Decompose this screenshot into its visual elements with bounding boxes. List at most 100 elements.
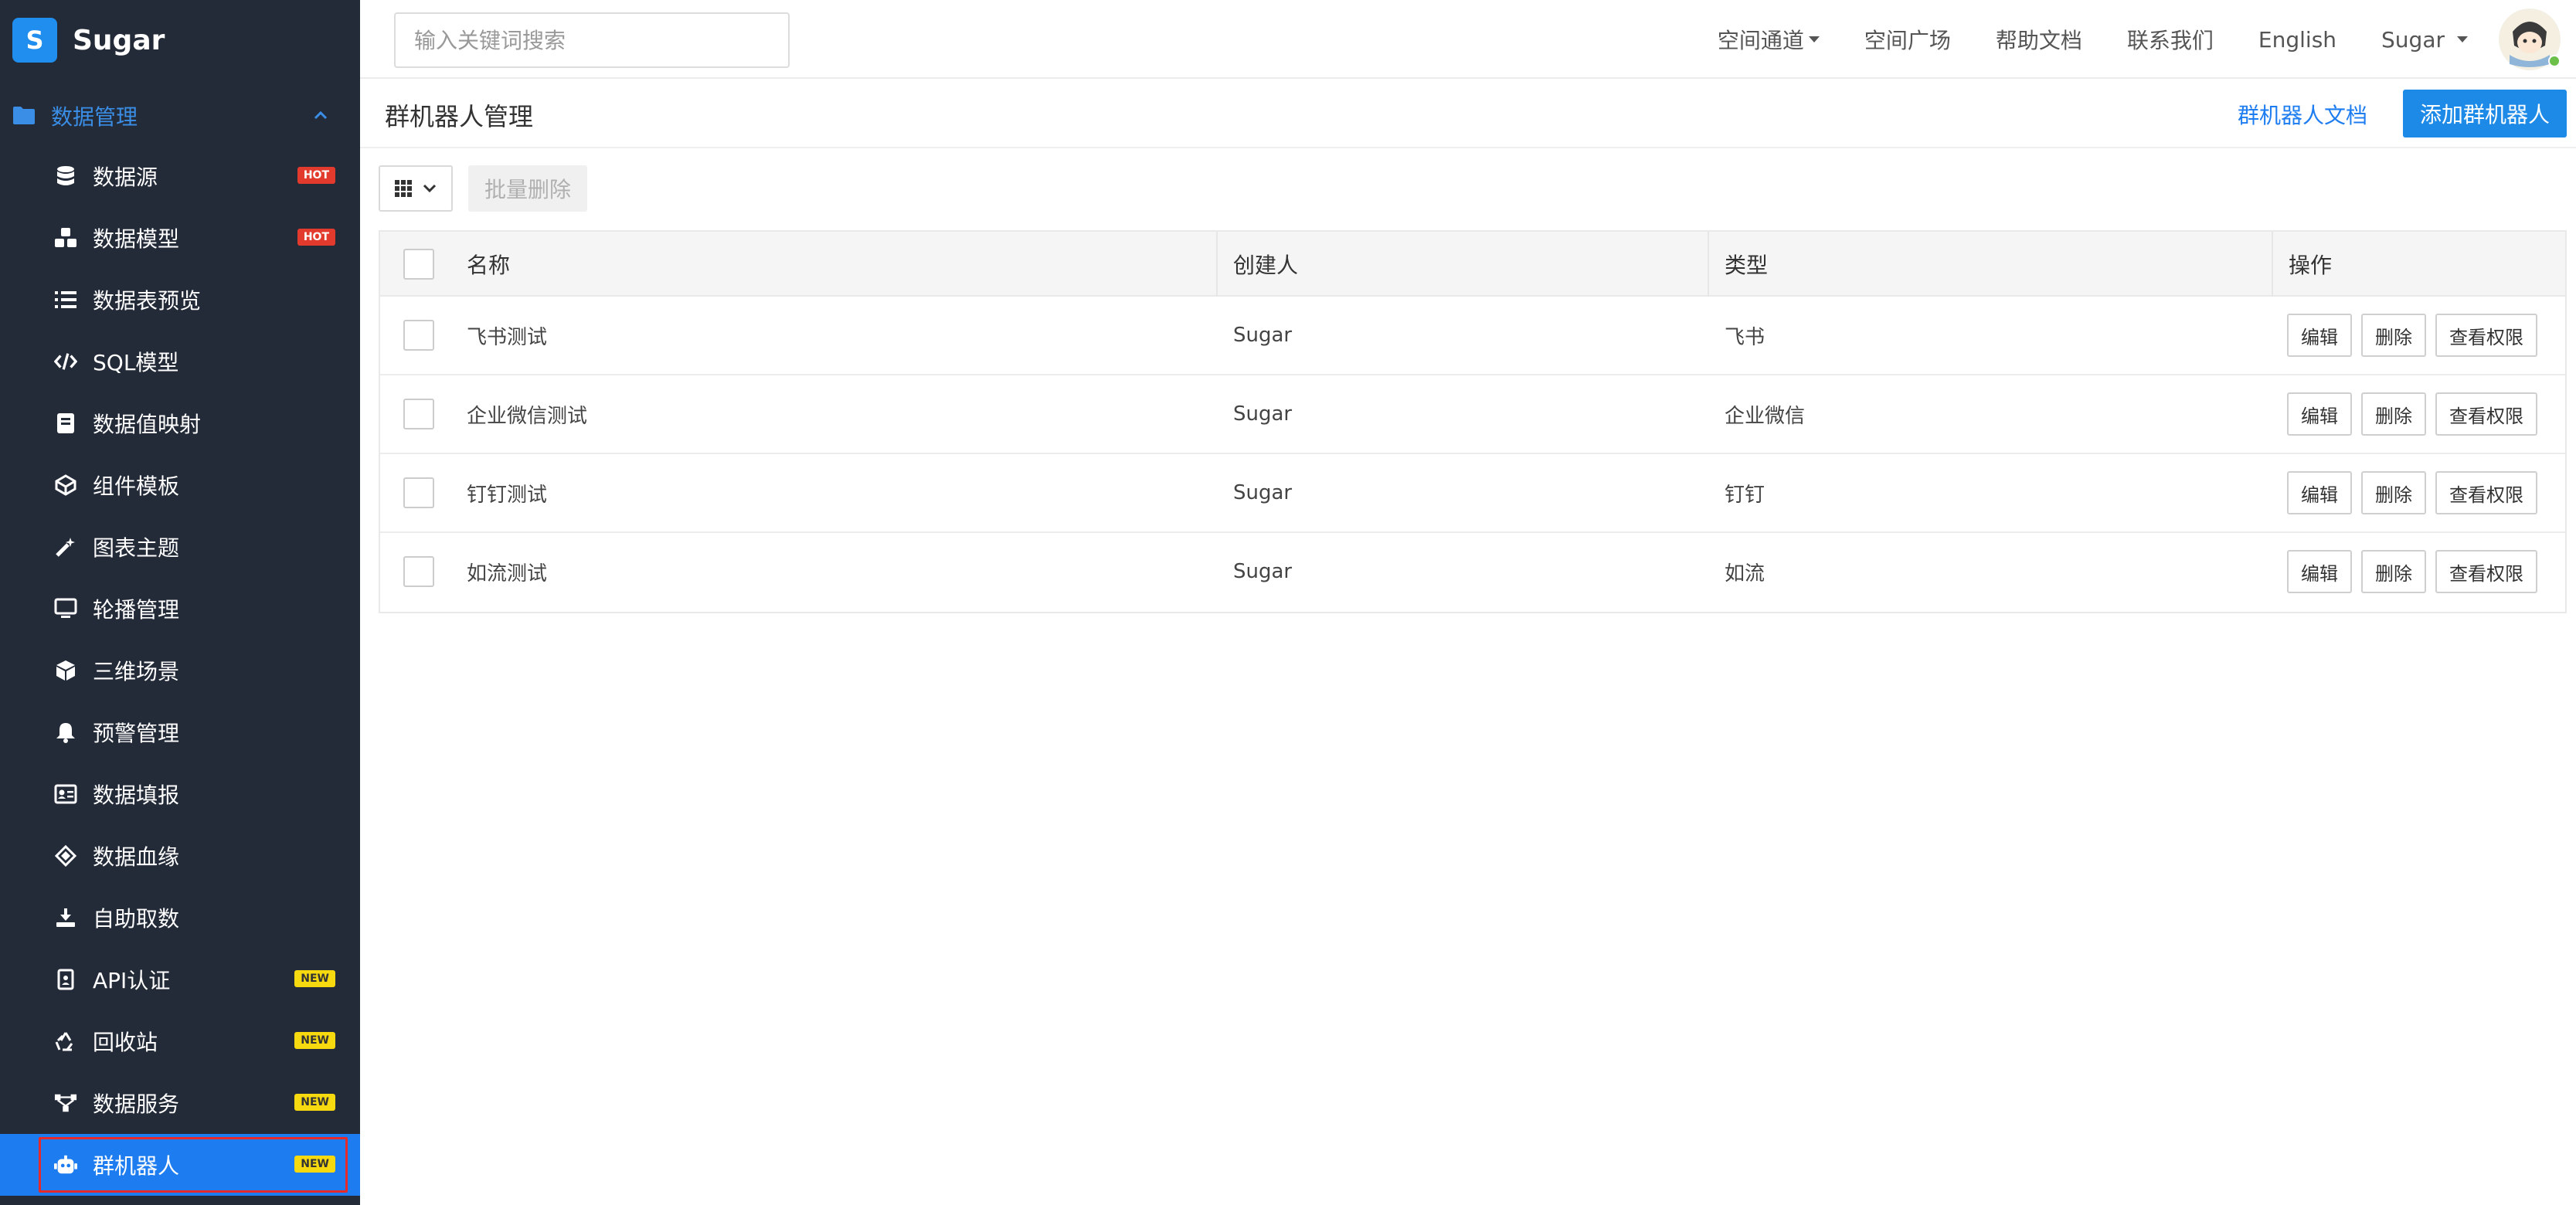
view-permissions-button[interactable]: 查看权限 xyxy=(2435,314,2537,357)
nav-space-channel[interactable]: 空间通道 xyxy=(1718,24,1820,55)
sidebar-item-api-auth[interactable]: API认证 NEW xyxy=(0,949,360,1010)
sidebar-item-label: API认证 xyxy=(93,968,171,993)
id-card-icon xyxy=(54,783,77,805)
hot-badge: HOT xyxy=(297,167,335,184)
sidebar-item-carousel[interactable]: 轮播管理 xyxy=(0,578,360,640)
sidebar-item-alerts[interactable]: 预警管理 xyxy=(0,701,360,763)
avatar[interactable] xyxy=(2499,8,2561,70)
brand[interactable]: S Sugar xyxy=(12,17,165,63)
hot-badge: HOT xyxy=(297,229,335,246)
sidebar-item-label: 三维场景 xyxy=(93,659,180,684)
grid-icon xyxy=(395,180,412,197)
nav-space-plaza[interactable]: 空间广场 xyxy=(1864,24,1951,55)
sidebar-item-label: 数据服务 xyxy=(93,1091,180,1117)
sidebar-item-label: 回收站 xyxy=(93,1030,158,1055)
layers-icon xyxy=(54,845,77,867)
top-bar: 空间通道 空间广场 帮助文档 联系我们 English Sugar xyxy=(360,0,2576,79)
view-permissions-button[interactable]: 查看权限 xyxy=(2435,392,2537,436)
table-row: 企业微信测试 Sugar 企业微信 编辑 删除 查看权限 xyxy=(380,375,2565,454)
database-icon xyxy=(54,165,77,187)
cube-icon xyxy=(54,660,77,681)
view-permissions-button[interactable]: 查看权限 xyxy=(2435,471,2537,514)
chevron-down-icon xyxy=(423,184,437,193)
search-input[interactable] xyxy=(394,12,790,68)
component-icon xyxy=(54,474,77,496)
sidebar-item-chart-theme[interactable]: 图表主题 xyxy=(0,516,360,578)
code-icon xyxy=(54,351,77,372)
brand-name: Sugar xyxy=(73,24,165,56)
sidebar-item-group-robot[interactable]: 群机器人 NEW xyxy=(0,1134,360,1196)
cell-name: 钉钉测试 xyxy=(467,483,548,507)
sidebar-item-lineage[interactable]: 数据血缘 xyxy=(0,825,360,887)
row-actions: 编辑 删除 查看权限 xyxy=(2287,314,2537,357)
sidebar-item-label: 数据源 xyxy=(93,165,158,190)
edit-button[interactable]: 编辑 xyxy=(2287,471,2352,514)
user-menu[interactable]: Sugar xyxy=(2381,27,2468,53)
sidebar: S Sugar 数据管理 数据源 HOT 数据模型 HOT 数据表预览 SQL模… xyxy=(0,0,360,1205)
column-header-name: 名称 xyxy=(467,253,511,278)
sidebar-item-component-template[interactable]: 组件模板 xyxy=(0,454,360,516)
sidebar-item-label: 数据表预览 xyxy=(93,288,202,314)
sidebar-item-sql-model[interactable]: SQL模型 xyxy=(0,331,360,392)
batch-delete-button[interactable]: 批量删除 xyxy=(468,165,587,212)
delete-button[interactable]: 删除 xyxy=(2361,392,2426,436)
cell-type: 飞书 xyxy=(1725,325,1765,349)
cell-creator: Sugar xyxy=(1233,402,1293,426)
page-header: 群机器人管理 群机器人文档 添加群机器人 xyxy=(360,79,2576,148)
row-checkbox[interactable] xyxy=(403,399,434,429)
new-badge: NEW xyxy=(294,1032,335,1049)
row-actions: 编辑 删除 查看权限 xyxy=(2287,471,2537,514)
top-nav: 空间通道 空间广场 帮助文档 联系我们 English Sugar xyxy=(1718,0,2576,79)
row-actions: 编辑 删除 查看权限 xyxy=(2287,392,2537,436)
sidebar-item-label: 自助取数 xyxy=(93,906,180,932)
caret-down-icon xyxy=(2457,36,2468,42)
edit-button[interactable]: 编辑 xyxy=(2287,550,2352,593)
list-icon xyxy=(54,289,77,311)
nav-help-docs[interactable]: 帮助文档 xyxy=(1996,24,2082,55)
sidebar-item-data-service[interactable]: 数据服务 NEW xyxy=(0,1072,360,1134)
delete-button[interactable]: 删除 xyxy=(2361,471,2426,514)
column-header-creator: 创建人 xyxy=(1233,253,1299,278)
edit-button[interactable]: 编辑 xyxy=(2287,392,2352,436)
delete-button[interactable]: 删除 xyxy=(2361,550,2426,593)
new-badge: NEW xyxy=(294,970,335,987)
cell-creator: Sugar xyxy=(1233,324,1293,347)
robot-docs-link[interactable]: 群机器人文档 xyxy=(2238,99,2367,130)
sidebar-item-datamodel[interactable]: 数据模型 HOT xyxy=(0,207,360,269)
sidebar-item-value-mapping[interactable]: 数据值映射 xyxy=(0,392,360,454)
add-robot-button[interactable]: 添加群机器人 xyxy=(2403,90,2567,137)
row-checkbox[interactable] xyxy=(403,477,434,508)
column-header-type: 类型 xyxy=(1725,253,1769,278)
sidebar-item-self-service[interactable]: 自助取数 xyxy=(0,887,360,949)
row-checkbox[interactable] xyxy=(403,320,434,351)
sidebar-item-label: 群机器人 xyxy=(93,1153,180,1179)
download-icon xyxy=(54,907,77,928)
column-settings-button[interactable] xyxy=(379,165,453,212)
nav-contact-us[interactable]: 联系我们 xyxy=(2127,24,2214,55)
cell-name: 飞书测试 xyxy=(467,325,548,349)
sidebar-item-data-form[interactable]: 数据填报 xyxy=(0,763,360,825)
cell-type: 如流 xyxy=(1725,562,1765,586)
sidebar-item-label: 数据值映射 xyxy=(93,412,202,437)
sidebar-item-label: 轮播管理 xyxy=(93,597,180,623)
cell-name: 如流测试 xyxy=(467,562,548,586)
view-permissions-button[interactable]: 查看权限 xyxy=(2435,550,2537,593)
column-header-actions: 操作 xyxy=(2289,253,2333,278)
sidebar-item-recycle-bin[interactable]: 回收站 NEW xyxy=(0,1010,360,1072)
sidebar-group-data-management[interactable]: 数据管理 xyxy=(0,93,360,139)
new-badge: NEW xyxy=(294,1094,335,1111)
table-row: 飞书测试 Sugar 飞书 编辑 删除 查看权限 xyxy=(380,297,2565,375)
sidebar-item-label: 组件模板 xyxy=(93,474,180,499)
brand-logo: S xyxy=(12,18,57,63)
sidebar-item-table-preview[interactable]: 数据表预览 xyxy=(0,269,360,331)
select-all-checkbox[interactable] xyxy=(403,249,434,280)
sidebar-item-datasource[interactable]: 数据源 HOT xyxy=(0,145,360,207)
delete-button[interactable]: 删除 xyxy=(2361,314,2426,357)
caret-down-icon xyxy=(1808,36,1820,42)
sidebar-item-label: SQL模型 xyxy=(93,350,179,375)
sidebar-item-3d-scene[interactable]: 三维场景 xyxy=(0,640,360,701)
table-row: 如流测试 Sugar 如流 编辑 删除 查看权限 xyxy=(380,533,2565,612)
nav-language[interactable]: English xyxy=(2258,27,2336,53)
row-checkbox[interactable] xyxy=(403,556,434,587)
edit-button[interactable]: 编辑 xyxy=(2287,314,2352,357)
